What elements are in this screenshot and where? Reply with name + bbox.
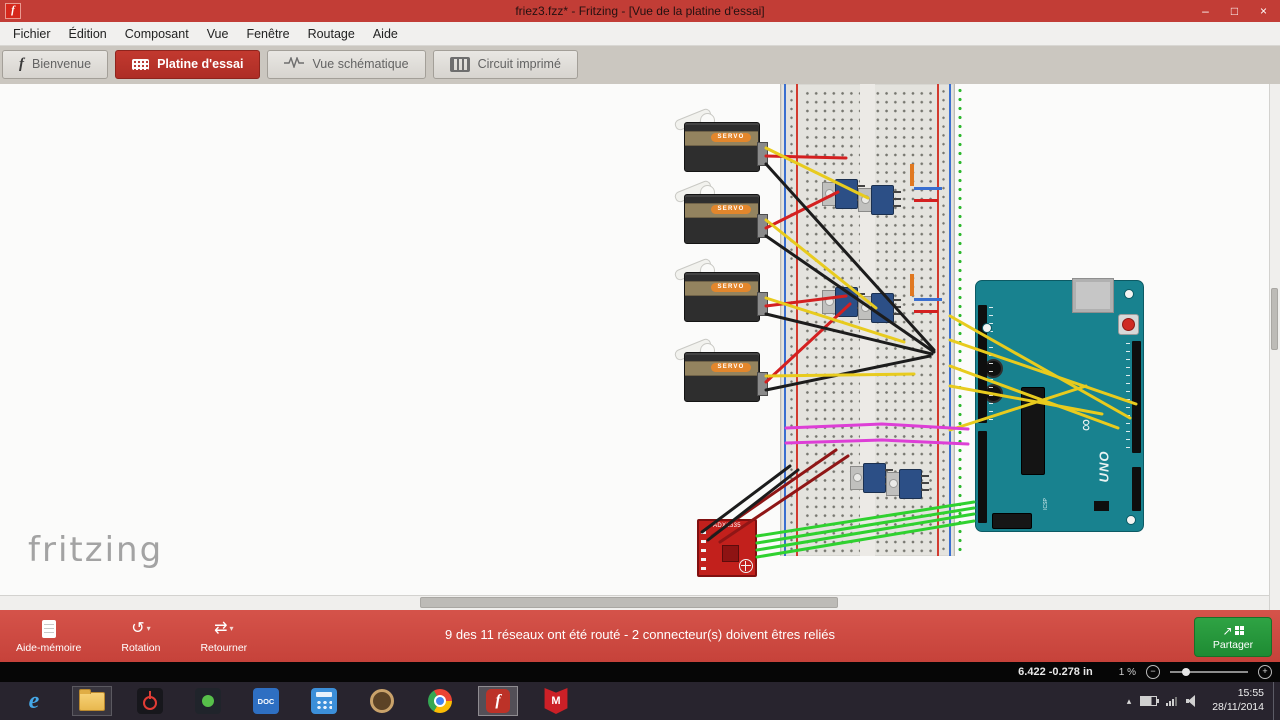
window-title: friez3.fzz* - Fritzing - [Vue de la plat… <box>515 4 765 18</box>
wire-analog-1[interactable] <box>784 422 970 431</box>
share-button[interactable]: ↗ Partager <box>1194 617 1272 657</box>
minimize-button[interactable]: – <box>1191 0 1220 22</box>
rotate-icon: ↺ <box>131 619 145 637</box>
calculator-icon <box>311 688 337 714</box>
tray-time: 15:55 <box>1237 687 1264 700</box>
wire-analog-2[interactable] <box>784 438 970 446</box>
zoom-in-button[interactable]: + <box>1258 665 1272 679</box>
taskbar-emulator-app[interactable] <box>188 686 228 716</box>
menu-composant[interactable]: Composant <box>116 27 198 41</box>
status-buttons: Aide-mémoire ↺ ▾ Rotation ⇄ ▾ Retourner <box>0 610 247 662</box>
fritzing-window: f friez3.fzz* - Fritzing - [Vue de la pl… <box>0 0 1280 720</box>
tab-breadboard-view[interactable]: Platine d'essai <box>115 49 261 79</box>
cursor-coordinates: 6.422 -0.278 in <box>1018 666 1093 678</box>
volume-icon[interactable] <box>1186 695 1199 707</box>
info-strip: 6.422 -0.278 in 1 % − + <box>0 662 1280 682</box>
tray-overflow-icon[interactable]: ▴ <box>1127 696 1132 707</box>
robot-icon <box>195 688 221 714</box>
taskbar-fritzing[interactable]: f <box>478 686 518 716</box>
battery-icon[interactable] <box>1140 696 1160 706</box>
taskbar-file-explorer[interactable] <box>72 686 112 716</box>
clock[interactable]: 15:55 28/11/2014 <box>1212 687 1264 714</box>
zoom-out-button[interactable]: − <box>1146 665 1160 679</box>
wire-servo2-red[interactable] <box>764 190 840 230</box>
internet-explorer-icon: e <box>28 688 40 714</box>
wire-sensor-gnd-1[interactable] <box>700 464 792 534</box>
tab-pcb-view[interactable]: Circuit imprimé <box>432 49 578 79</box>
breadboard-icon <box>132 58 150 70</box>
wire-pwm-2[interactable] <box>948 338 1138 406</box>
vertical-scrollbar-thumb[interactable] <box>1271 288 1278 350</box>
taskbar-internet-explorer[interactable]: e <box>14 686 54 716</box>
fritzing-logo-icon: f <box>19 55 24 72</box>
flip-icon: ⇄ <box>214 619 228 637</box>
chrome-icon <box>428 689 452 713</box>
share-grid-icon <box>1234 626 1244 635</box>
rotate-button[interactable]: ↺ ▾ Rotation <box>121 619 160 654</box>
app-icon: f <box>5 3 21 19</box>
chevron-down-icon: ▾ <box>146 623 151 633</box>
system-tray: ▴ 15:55 28/11/2014 <box>1127 682 1280 720</box>
doc-icon: DOC <box>253 688 279 714</box>
wire-servo4-signal[interactable] <box>764 372 916 378</box>
menu-edition[interactable]: Édition <box>60 27 116 41</box>
zoom-slider[interactable] <box>1170 666 1248 678</box>
document-icon <box>41 619 56 638</box>
zoom-slider-thumb[interactable] <box>1182 668 1190 676</box>
restore-button[interactable]: □ <box>1220 0 1249 22</box>
taskbar-calculator-app[interactable] <box>304 686 344 716</box>
menu-bar: Fichier Édition Composant Vue Fenêtre Ro… <box>0 22 1280 46</box>
menu-routage[interactable]: Routage <box>299 27 364 41</box>
schematic-icon <box>284 55 305 71</box>
wire-servo2-signal[interactable] <box>764 218 878 310</box>
tab-schematic-view[interactable]: Vue schématique <box>267 49 426 79</box>
coffee-icon <box>370 689 394 713</box>
menu-aide[interactable]: Aide <box>364 27 407 41</box>
mcafee-shield-icon: M <box>544 688 568 714</box>
taskbar-coffee-app[interactable] <box>362 686 402 716</box>
tray-date: 28/11/2014 <box>1212 701 1264 713</box>
close-button[interactable]: × <box>1249 0 1278 22</box>
tab-pcb-label: Circuit imprimé <box>477 57 561 71</box>
windows-taskbar: e DOC f M ▴ 15:55 28/11/2014 <box>0 682 1280 720</box>
show-desktop-button[interactable] <box>1273 682 1280 720</box>
horizontal-scrollbar[interactable] <box>0 595 1280 610</box>
wires-layer <box>700 146 1138 559</box>
horizontal-scrollbar-thumb[interactable] <box>420 597 838 608</box>
status-bar: 9 des 11 réseaux ont été routé - 2 conne… <box>0 610 1280 662</box>
wire-servo1-red[interactable] <box>764 154 848 160</box>
chevron-down-icon: ▾ <box>229 623 234 633</box>
flip-button[interactable]: ⇄ ▾ Retourner <box>200 619 247 654</box>
wire-sensor-gnd-2[interactable] <box>706 468 800 542</box>
zoom-level: 1 % <box>1118 666 1136 678</box>
folder-icon <box>79 688 105 711</box>
pcb-icon <box>449 56 470 72</box>
tab-breadboard-label: Platine d'essai <box>157 57 244 71</box>
vertical-scrollbar[interactable] <box>1269 84 1280 610</box>
taskbar-chrome[interactable] <box>420 686 460 716</box>
view-tab-bar: f Bienvenue Platine d'essai Vue schémati… <box>0 46 1280 84</box>
tab-schematic-label: Vue schématique <box>312 57 409 71</box>
taskbar-power-app[interactable] <box>130 686 170 716</box>
tab-welcome-label: Bienvenue <box>32 57 92 71</box>
fritzing-icon: f <box>486 689 510 713</box>
taskbar-mcafee[interactable]: M <box>536 686 576 716</box>
network-icon[interactable] <box>1166 696 1178 706</box>
power-icon <box>137 688 163 714</box>
window-controls: – □ × <box>1191 0 1278 22</box>
menu-vue[interactable]: Vue <box>198 27 238 41</box>
wire-servo1-black[interactable] <box>764 162 936 352</box>
share-arrow-icon: ↗ <box>1222 623 1233 638</box>
wire-servo1-signal[interactable] <box>764 146 870 200</box>
titlebar: f friez3.fzz* - Fritzing - [Vue de la pl… <box>0 0 1280 22</box>
taskbar-doc-app[interactable]: DOC <box>246 686 286 716</box>
menu-fenetre[interactable]: Fenêtre <box>237 27 298 41</box>
menu-fichier[interactable]: Fichier <box>4 27 60 41</box>
cheatsheet-button[interactable]: Aide-mémoire <box>16 619 81 654</box>
tab-welcome[interactable]: f Bienvenue <box>2 49 109 79</box>
breadboard-sketch-canvas[interactable]: fritzing SERVO SERVO SERVO SERVO ∞ UNO I… <box>0 84 1280 610</box>
